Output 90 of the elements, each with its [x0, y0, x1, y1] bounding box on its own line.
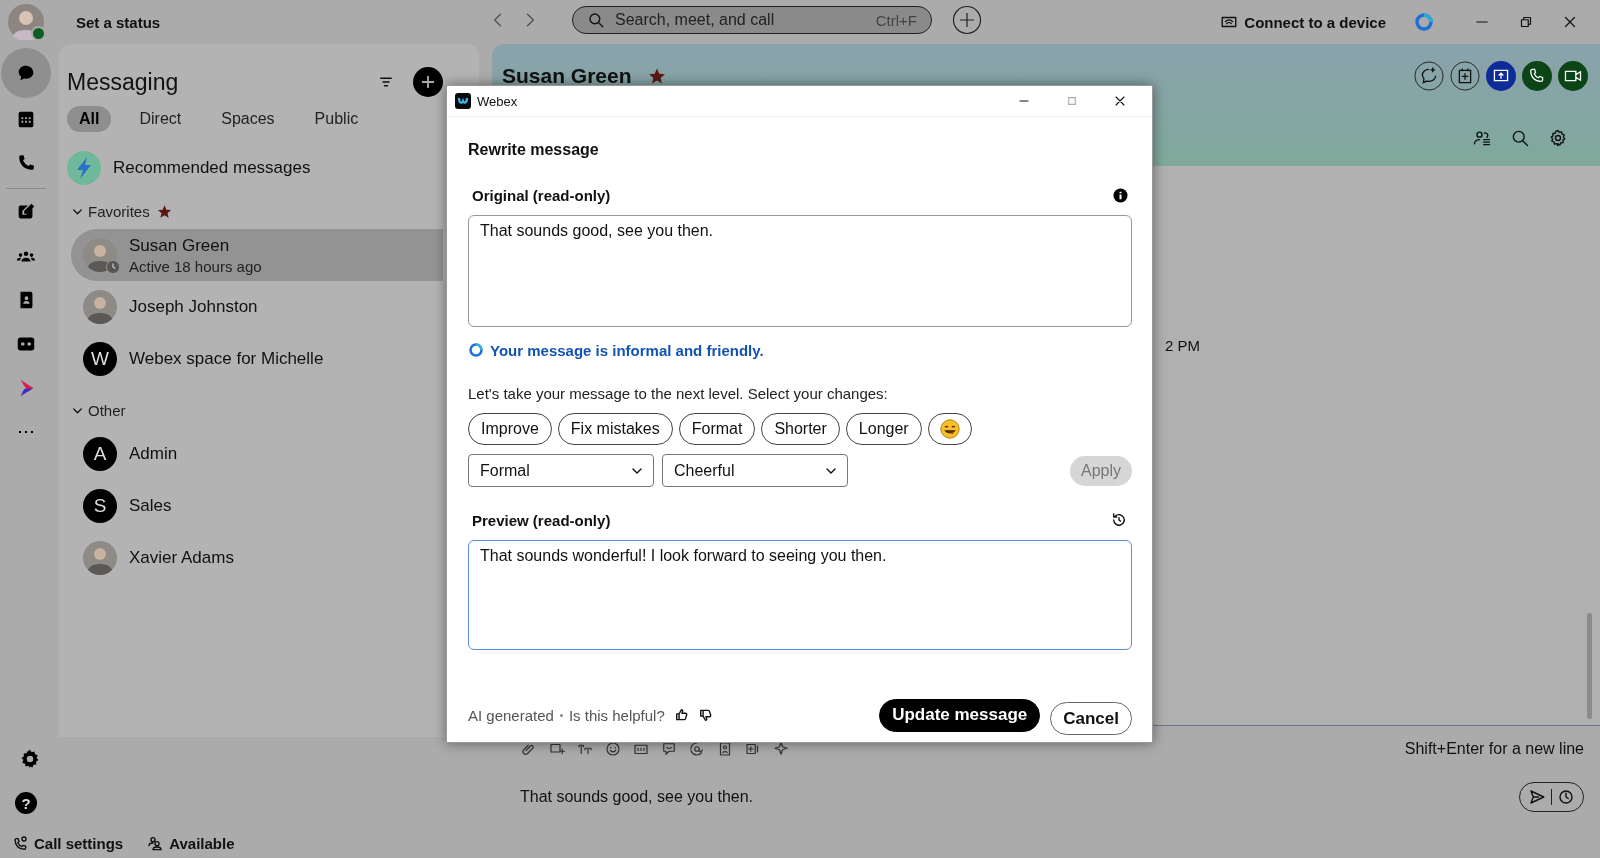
contact-name: Susan Green: [129, 235, 231, 256]
section-label[interactable]: Other: [88, 401, 126, 419]
recommended-messages-link[interactable]: Recommended messages: [113, 158, 311, 178]
contact-name: Joseph Johnston: [129, 297, 258, 317]
conversation-row[interactable]: W Webex space for Michelle: [71, 333, 336, 385]
conversation-row[interactable]: Joseph Johnston: [71, 281, 270, 333]
search-icon: [587, 11, 605, 29]
conversation-title: Susan Green: [502, 64, 632, 88]
instruction-text: Let's take your message to the next level. Select your changes:: [468, 385, 889, 403]
tone-dropdown[interactable]: Cheerful: [662, 454, 848, 487]
rail-item-selected[interactable]: [1, 48, 51, 98]
filter-tab[interactable]: Public: [302, 106, 371, 132]
tone-message: Your message is informal and friendly.: [490, 341, 764, 359]
messaging-title: Messaging: [67, 68, 180, 96]
add-chat-icon[interactable]: [1414, 61, 1444, 91]
loading-ring-icon: [468, 342, 484, 358]
filter-tab[interactable]: All: [67, 106, 112, 132]
contact-status: Active 18 hours ago: [129, 257, 262, 275]
contact-name: Webex space for Michelle: [129, 349, 324, 369]
avatar-initial: A: [83, 437, 117, 471]
share-screen-icon[interactable]: [1486, 61, 1516, 91]
section-label[interactable]: Favorites: [88, 202, 150, 220]
separator-dot: [559, 713, 563, 717]
person-icon: [83, 290, 117, 324]
option-chip[interactable]: Improve: [468, 413, 552, 445]
message-timestamp: 2 PM: [1165, 337, 1200, 354]
smiley-icon: [938, 418, 961, 440]
conversation-row[interactable]: A Admin: [71, 428, 190, 480]
thumbs-up-icon[interactable]: [674, 708, 689, 722]
option-chip[interactable]: Longer: [845, 413, 922, 445]
filter-tab[interactable]: Spaces: [209, 106, 287, 132]
star-icon[interactable]: [647, 67, 666, 85]
option-chip[interactable]: Format: [678, 413, 756, 445]
plus-button-icon[interactable]: [952, 5, 982, 35]
emoji-icon[interactable]: [604, 740, 622, 758]
emoji-chip[interactable]: [927, 413, 972, 445]
search-input[interactable]: Search, meet, and call: [613, 10, 868, 30]
field-label: Preview (read-only): [472, 511, 611, 529]
person-icon: [83, 541, 117, 575]
thumbs-down-icon[interactable]: [698, 708, 713, 722]
reaction-icon[interactable]: [660, 740, 678, 758]
more-icon: [18, 430, 34, 434]
call-settings-button[interactable]: Call settings: [8, 834, 128, 852]
help-button[interactable]: ?: [15, 792, 37, 814]
cancel-button[interactable]: Cancel: [1050, 702, 1132, 735]
dialog-title: Rewrite message: [468, 141, 600, 159]
sparkle-icon[interactable]: [772, 740, 790, 758]
contact-name: Xavier Adams: [129, 548, 234, 568]
option-chip[interactable]: Fix mistakes: [557, 413, 673, 445]
calendar-add-icon[interactable]: [1450, 61, 1480, 91]
conversation-row-selected[interactable]: Susan Green Active 18 hours ago: [71, 229, 443, 281]
window-title: Webex: [477, 93, 518, 109]
set-status-link[interactable]: Set a status: [76, 13, 161, 31]
update-message-button[interactable]: Update message: [879, 698, 1041, 732]
settings-icon[interactable]: [1548, 128, 1568, 148]
connect-device-button[interactable]: Connect to a device: [1220, 13, 1386, 31]
avatar-initial: W: [83, 342, 117, 376]
filter-tab[interactable]: Direct: [127, 106, 194, 132]
shortcut-hint: Ctrl+F: [875, 11, 917, 29]
option-chip[interactable]: Shorter: [761, 413, 840, 445]
phone-icon[interactable]: [1522, 61, 1552, 91]
contact-name: Sales: [129, 496, 172, 516]
conversation-row[interactable]: Xavier Adams: [71, 532, 246, 584]
preview-message-field[interactable]: That sounds wonderful! I look forward to seeing you then.: [468, 540, 1132, 650]
reset-icon[interactable]: [1110, 511, 1128, 529]
contact-name: Admin: [129, 444, 178, 464]
star-icon: [156, 203, 172, 219]
original-message-field[interactable]: That sounds good, see you then.: [468, 215, 1132, 327]
availability-button[interactable]: Available: [143, 834, 239, 852]
info-icon[interactable]: [1113, 187, 1128, 203]
feedback-question: Is this helpful?: [568, 706, 665, 724]
message-input-field[interactable]: That sounds good, see you then.: [520, 788, 1519, 806]
video-camera-icon[interactable]: [1558, 61, 1588, 91]
tone-dropdown[interactable]: Formal: [468, 454, 654, 487]
phone-gear-icon: [12, 835, 28, 851]
clock-icon: [1557, 788, 1575, 806]
avatar-initial: S: [83, 489, 117, 523]
search-icon[interactable]: [1510, 128, 1530, 148]
composer-hint: Shift+Enter for a new line: [1404, 740, 1584, 758]
people-icon: [147, 835, 164, 851]
ai-generated-label: AI generated: [468, 706, 554, 724]
field-label: Original (read-only): [472, 186, 611, 204]
send-icon: [1528, 788, 1546, 806]
people-list-icon[interactable]: [1472, 128, 1492, 148]
mention-icon[interactable]: [688, 740, 706, 758]
person-icon[interactable]: [8, 4, 44, 40]
new-message-icon[interactable]: [413, 67, 443, 97]
conversation-row[interactable]: S Sales: [71, 480, 184, 532]
scrollbar[interactable]: [1587, 613, 1592, 719]
webex-app-icon: [455, 93, 471, 109]
